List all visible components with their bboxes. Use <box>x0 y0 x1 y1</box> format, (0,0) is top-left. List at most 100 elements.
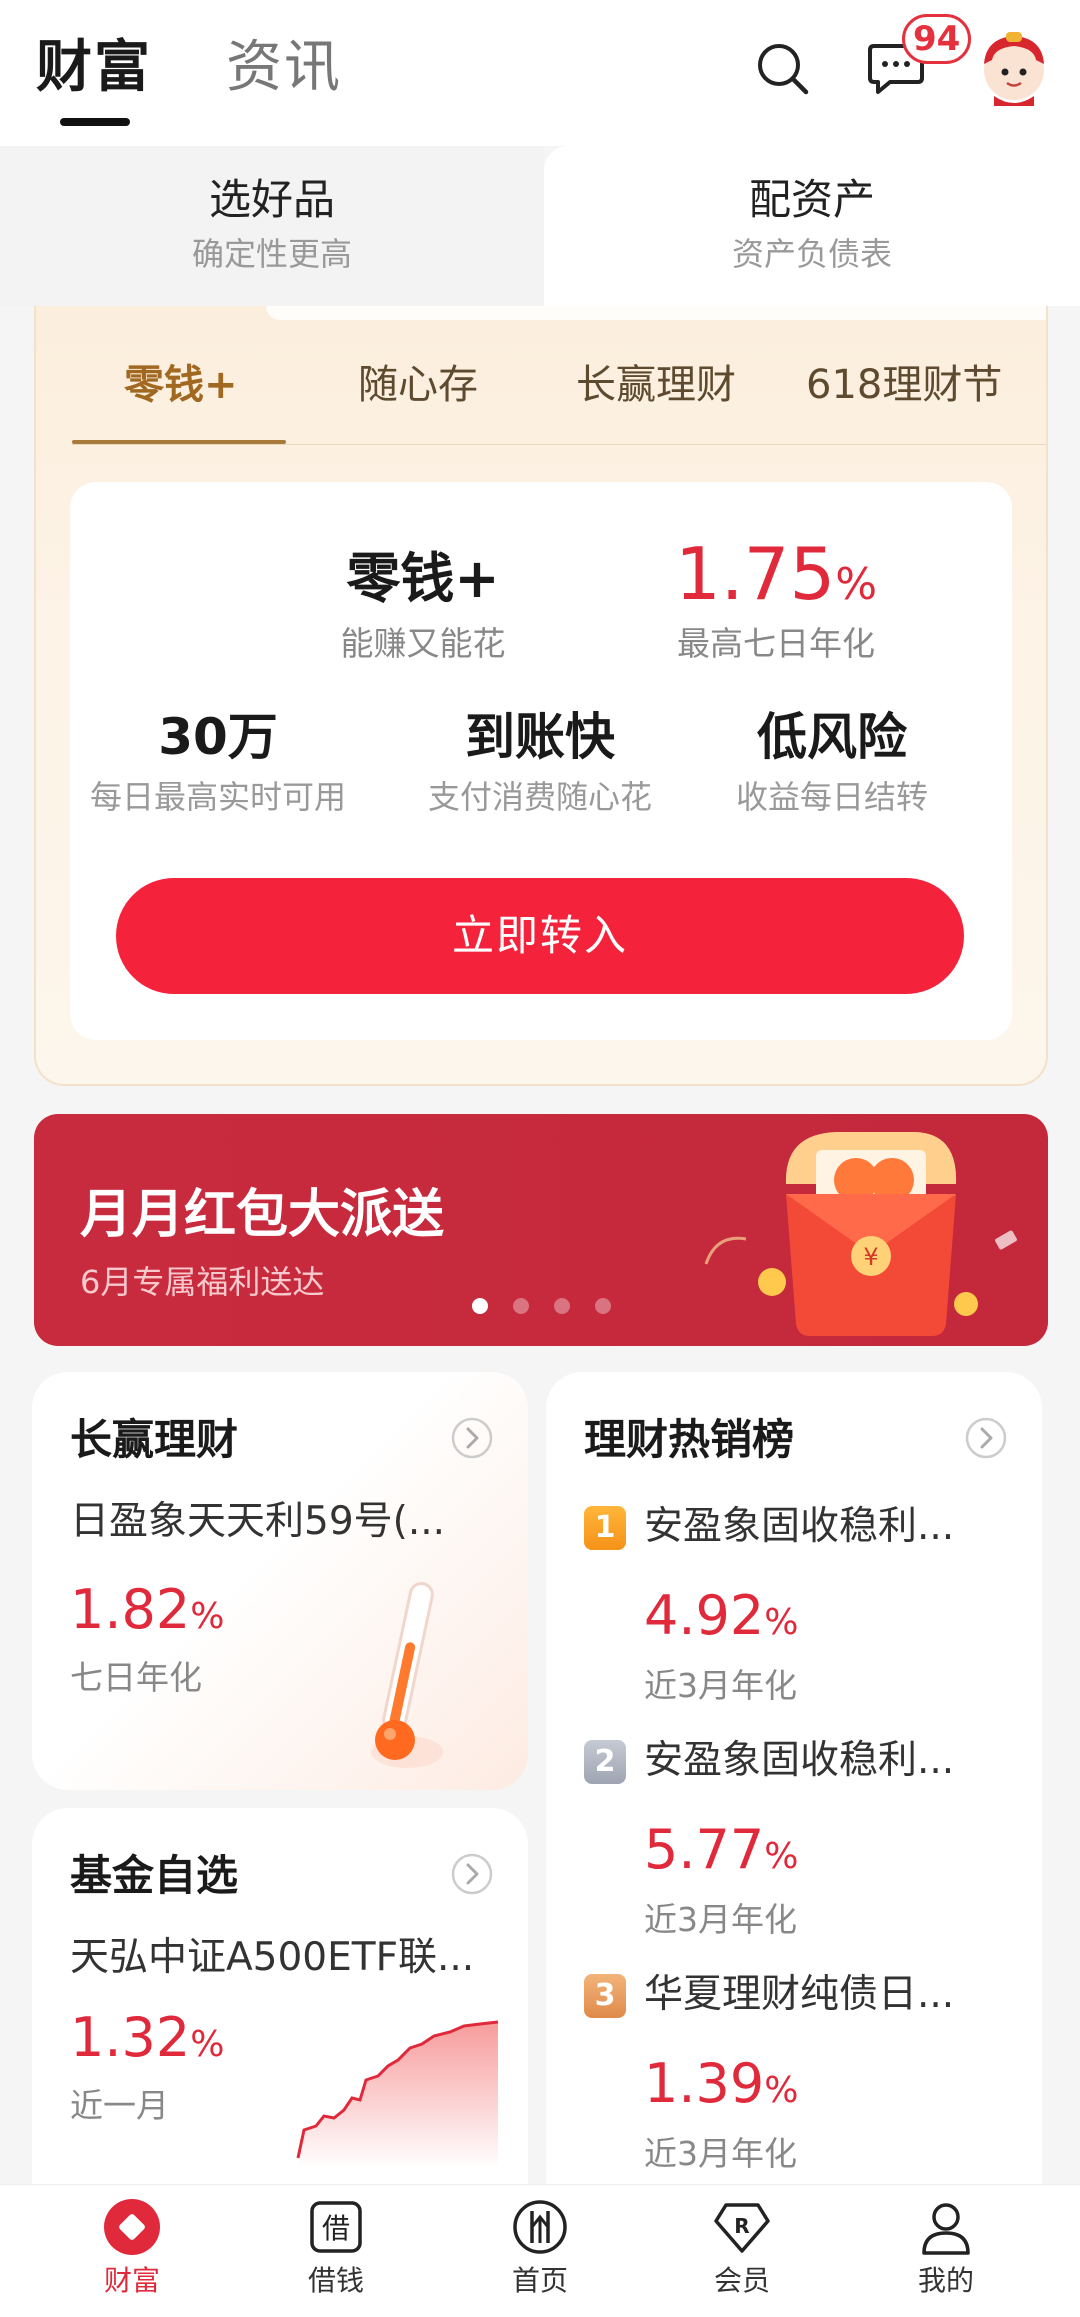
product-rate: 1.39% <box>644 2052 798 2123</box>
rate-value: 5.77 <box>644 1818 765 1881</box>
feature-subtitle: 收益每日结转 <box>735 778 928 816</box>
product-name: 华夏理财纯债日... <box>644 1972 955 2017</box>
product-slogan: 能赚又能花 <box>340 624 506 663</box>
rate-label: 七日年化 <box>70 1658 202 1697</box>
nav-label: 首页 <box>511 2264 568 2297</box>
svg-text:¥: ¥ <box>863 1243 878 1271</box>
rate-unit: % <box>764 1836 799 1877</box>
feature-item: 30万 每日最高实时可用 <box>72 704 364 820</box>
segment-title: 选好品 <box>208 175 335 224</box>
message-count-badge: 94 <box>902 14 972 64</box>
rate-label: 近3月年化 <box>644 1900 797 1939</box>
svg-text:借: 借 <box>322 2212 350 2245</box>
chevron-right-icon[interactable] <box>450 1852 494 1896</box>
product-name: 日盈象天天利59号(... <box>70 1499 446 1544</box>
borrow-icon: 借 <box>310 2201 362 2253</box>
search-icon[interactable] <box>754 40 810 96</box>
banner-subtitle: 6月专属福利送达 <box>80 1263 325 1301</box>
rate-label: 最高七日年化 <box>677 624 875 663</box>
rate-unit: % <box>835 559 878 610</box>
transfer-in-button[interactable]: 立即转入 <box>116 878 964 994</box>
segment-title: 配资产 <box>748 175 875 224</box>
card-title: 基金自选 <box>70 1851 239 1900</box>
nav-borrow[interactable]: 借 借钱 <box>276 2197 396 2299</box>
thermometer-icon <box>371 1582 443 1768</box>
rate-value: 1.32 <box>70 2006 191 2069</box>
rate-label: 近一月 <box>70 2086 169 2125</box>
nav-member[interactable]: R 会员 <box>682 2197 802 2299</box>
fund-return: 1.32% <box>70 2006 224 2077</box>
rate-label: 近3月年化 <box>644 2134 797 2173</box>
product-name: 安盈象固收稳利... <box>644 1504 955 1549</box>
changying-card[interactable]: 长赢理财 日盈象天天利59号(... 1.82% 七日年化 <box>32 1372 528 1790</box>
product-tab-lingqian[interactable]: 零钱+ <box>124 358 238 412</box>
nav-label: 会员 <box>713 2264 770 2297</box>
product-name: 零钱+ <box>346 547 500 610</box>
product-detail-card[interactable]: 零钱+ 能赚又能花 1.75% 最高七日年化 30万 每日最高实时可用 到账快 … <box>70 482 1012 1040</box>
tab-divider <box>72 444 1046 445</box>
fund-name: 天弘中证A500ETF联... <box>70 1935 475 1980</box>
carousel-dots <box>472 1298 636 1318</box>
banner-title: 月月红包大派送 <box>80 1185 445 1245</box>
product-tab-changying[interactable]: 长赢理财 <box>576 358 736 412</box>
rank-badge: 1 <box>584 1506 626 1550</box>
chevron-right-icon[interactable] <box>964 1416 1008 1460</box>
product-rate: 4.92% <box>644 1584 798 1655</box>
nav-label: 借钱 <box>307 2264 364 2297</box>
product-tab-suixincun[interactable]: 随心存 <box>358 358 478 412</box>
rate-unit: % <box>190 2024 225 2065</box>
segment-select-products[interactable]: 选好品 确定性更高 <box>0 146 544 306</box>
hot-sales-card[interactable]: 理财热销榜 1 安盈象固收稳利... 4.92% 近3月年化 2 安盈象固收稳利… <box>546 1372 1042 2232</box>
wealth-icon <box>104 2199 160 2255</box>
rate-unit: % <box>764 1602 799 1643</box>
tab-indicator <box>60 118 130 126</box>
segment-subtitle: 确定性更高 <box>191 235 352 273</box>
rate-unit: % <box>764 2070 799 2111</box>
nav-label: 我的 <box>917 2264 974 2297</box>
rate-value: 1.82 <box>70 1578 191 1641</box>
red-envelope-illustration: ¥ <box>704 1132 1017 1336</box>
rate-unit: % <box>190 1596 225 1637</box>
product-tab-indicator <box>72 440 286 444</box>
fund-watchlist-card[interactable]: 基金自选 天弘中证A500ETF联... 1.32% 近一月 <box>32 1808 528 2228</box>
rank-badge: 2 <box>584 1740 626 1784</box>
feature-subtitle: 每日最高实时可用 <box>89 778 346 816</box>
product-tab-618[interactable]: 618理财节 <box>806 358 1002 412</box>
feature-title: 30万 <box>158 708 278 766</box>
panel-decoration <box>266 306 1046 320</box>
profile-icon <box>922 2203 970 2255</box>
carousel-dot <box>513 1298 529 1314</box>
avatar[interactable] <box>976 30 1052 106</box>
promo-banner[interactable]: 月月红包大派送 6月专属福利送达 ¥ <box>34 1114 1048 1346</box>
feature-item: 低风险 收益每日结转 <box>686 704 978 820</box>
card-title: 理财热销榜 <box>584 1415 795 1464</box>
chevron-right-icon[interactable] <box>450 1416 494 1460</box>
top-bar: 财富 资讯 94 <box>0 0 1080 146</box>
rate-label: 近3月年化 <box>644 1666 797 1705</box>
rate-value: 1.75 <box>674 532 836 616</box>
rate-value: 1.39 <box>644 2052 765 2115</box>
product-rate: 5.77% <box>644 1818 798 1889</box>
wealth-page: 财富 资讯 94 选好品 确定性更高 配资产 资产负债表 零钱+ 随心存 长赢理… <box>0 0 1080 2317</box>
product-rate: 1.75% <box>606 532 946 627</box>
feature-subtitle: 支付消费随心花 <box>427 778 652 816</box>
product-name: 安盈象固收稳利... <box>644 1738 955 1783</box>
bottom-navigation: 财富 借 借钱 首页 R 会员 我的 <box>0 2184 1080 2317</box>
product-rate: 1.82% <box>70 1578 224 1649</box>
nav-label: 财富 <box>103 2264 160 2297</box>
nav-home[interactable]: 首页 <box>480 2197 600 2299</box>
carousel-dot <box>472 1298 488 1314</box>
member-icon: R <box>714 2203 770 2253</box>
svg-text:R: R <box>734 2214 749 2238</box>
nav-mine[interactable]: 我的 <box>886 2197 1006 2299</box>
feature-item: 到账快 支付消费随心花 <box>394 704 686 820</box>
tab-wealth[interactable]: 财富 <box>36 30 152 106</box>
tab-news[interactable]: 资讯 <box>226 30 342 106</box>
rank-badge: 3 <box>584 1974 626 2018</box>
segment-allocate-assets[interactable]: 配资产 资产负债表 <box>544 146 1080 306</box>
rate-value: 4.92 <box>644 1584 765 1647</box>
carousel-dot <box>595 1298 611 1314</box>
feature-title: 低风险 <box>757 708 907 766</box>
nav-wealth[interactable]: 财富 <box>72 2197 192 2299</box>
carousel-dot <box>554 1298 570 1314</box>
